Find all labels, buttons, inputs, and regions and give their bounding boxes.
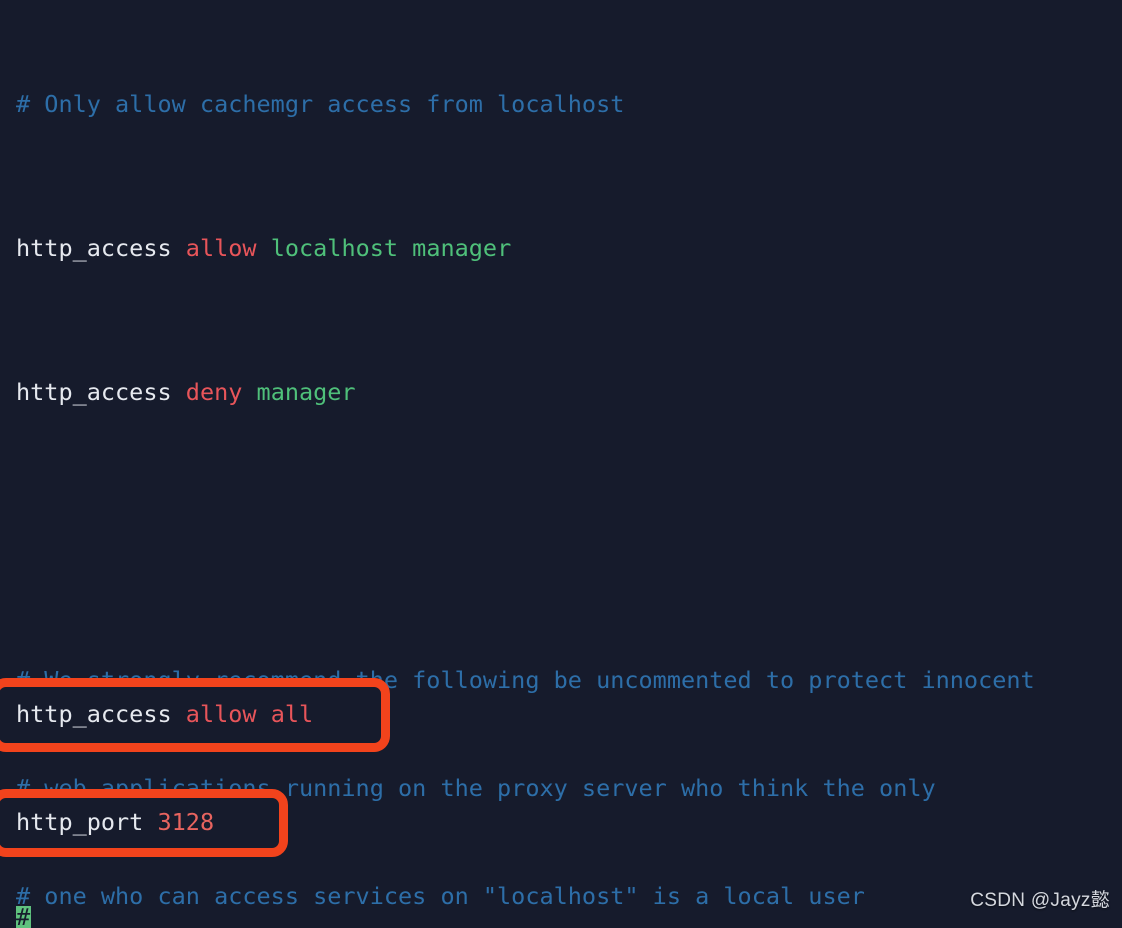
directive-keyword: http_access [16,378,172,406]
directive-keyword: http_access [16,234,172,262]
directive-action: allow [185,234,257,262]
comment-text: # web applications running on the proxy … [16,774,936,802]
directive-port-number: 3128 [157,808,215,836]
highlighted-line-allow-all: http_access allow all [0,696,313,732]
comment-text: # We strongly recommend the following be… [16,666,1035,694]
highlighted-line-http-port: http_port 3128 [0,804,214,840]
directive-keyword: http_port [16,808,144,836]
code-line: # Only allow cachemgr access from localh… [0,86,1122,122]
directive-keyword: http_access [16,700,172,728]
code-line: http_access allow localhost manager [0,230,1122,266]
config-file-content[interactable]: # Only allow cachemgr access from localh… [0,0,1122,928]
directive-acl: manager [256,378,356,406]
directive-acl: localhost manager [270,234,512,262]
directive-action: allow [185,700,257,728]
editor-screen: # Only allow cachemgr access from localh… [0,0,1122,928]
comment-text: # one who can access services on "localh… [16,882,865,910]
code-line: http_access deny manager [0,374,1122,410]
watermark: CSDN @Jayz懿 [970,890,1110,911]
directive-acl: all [270,700,314,728]
directive-action: deny [185,378,243,406]
code-line: # one who can access services on "localh… [0,878,1122,914]
code-line: # web applications running on the proxy … [0,770,1122,806]
cursor-character: # [16,903,31,928]
code-line: # We strongly recommend the following be… [0,662,1122,698]
comment-text: # Only allow cachemgr access from localh… [16,90,625,118]
